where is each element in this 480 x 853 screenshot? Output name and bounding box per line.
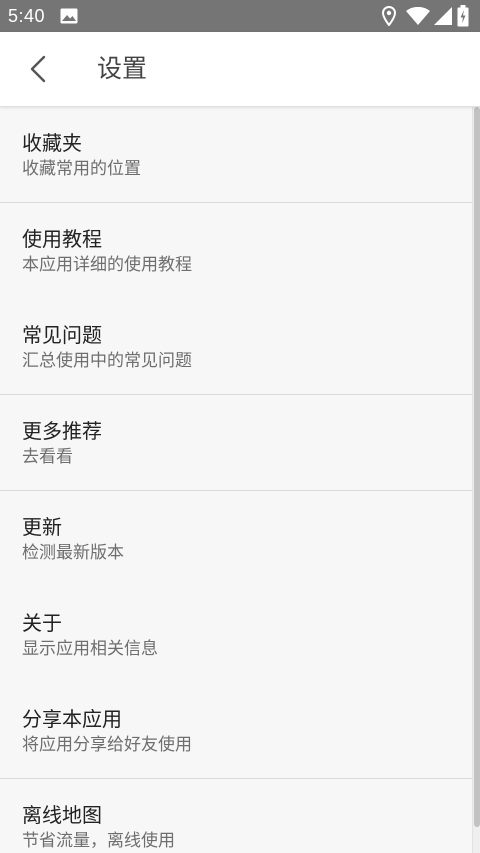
settings-item-title: 分享本应用 <box>22 707 122 731</box>
location-icon <box>381 5 397 30</box>
settings-item-tutorial[interactable]: 使用教程 本应用详细的使用教程 <box>0 203 472 299</box>
settings-item-subtitle: 去看看 <box>22 447 73 467</box>
battery-icon <box>457 5 469 31</box>
chevron-left-icon <box>18 55 60 96</box>
settings-item-faq[interactable]: 常见问题 汇总使用中的常见问题 <box>0 299 472 395</box>
back-button[interactable] <box>18 46 60 92</box>
status-time: 5:40 <box>8 6 46 26</box>
image-icon <box>60 8 78 28</box>
settings-item-subtitle: 显示应用相关信息 <box>22 639 158 659</box>
page-title: 设置 <box>97 54 148 83</box>
wifi-icon <box>406 6 430 29</box>
settings-item-title: 使用教程 <box>22 227 102 251</box>
settings-item-title: 收藏夹 <box>22 131 82 155</box>
settings-item-favorites[interactable]: 收藏夹 收藏常用的位置 <box>0 107 472 203</box>
app-toolbar: 设置 <box>0 32 480 107</box>
settings-item-subtitle: 节省流量，离线使用 <box>22 831 175 851</box>
settings-list: 收藏夹 收藏常用的位置 使用教程 本应用详细的使用教程 常见问题 汇总使用中的常… <box>0 107 472 853</box>
settings-item-about[interactable]: 关于 显示应用相关信息 <box>0 587 472 683</box>
settings-item-title: 常见问题 <box>22 323 102 347</box>
settings-item-subtitle: 本应用详细的使用教程 <box>22 255 192 275</box>
scrollbar[interactable] <box>472 107 480 853</box>
settings-item-offline-map[interactable]: 离线地图 节省流量，离线使用 <box>0 779 472 853</box>
scrollbar-thumb[interactable] <box>474 107 480 827</box>
settings-item-subtitle: 汇总使用中的常见问题 <box>22 351 192 371</box>
signal-icon <box>434 7 452 29</box>
settings-item-subtitle: 将应用分享给好友使用 <box>22 735 192 755</box>
settings-item-title: 更新 <box>22 515 62 539</box>
settings-item-title: 关于 <box>22 611 62 635</box>
settings-item-title: 更多推荐 <box>22 419 102 443</box>
settings-item-share-app[interactable]: 分享本应用 将应用分享给好友使用 <box>0 683 472 779</box>
settings-item-update[interactable]: 更新 检测最新版本 <box>0 491 472 587</box>
settings-item-subtitle: 检测最新版本 <box>22 543 124 563</box>
settings-item-more-recommendations[interactable]: 更多推荐 去看看 <box>0 395 472 491</box>
status-bar: 5:40 <box>0 0 480 32</box>
settings-item-title: 离线地图 <box>22 803 102 827</box>
settings-item-subtitle: 收藏常用的位置 <box>22 159 141 179</box>
